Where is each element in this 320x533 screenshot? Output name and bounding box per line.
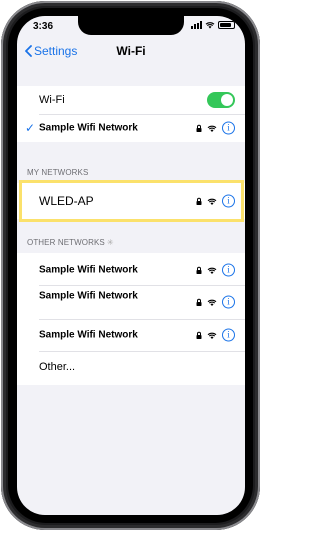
- wifi-toggle[interactable]: [207, 92, 235, 108]
- checkmark-icon: ✓: [25, 121, 36, 135]
- screen: 3:36 Settings Wi-Fi Wi-Fi ✓ Sample Wifi …: [17, 16, 245, 515]
- notch: [78, 16, 184, 35]
- info-icon[interactable]: i: [222, 121, 235, 135]
- wifi-icon: [207, 299, 217, 306]
- lock-icon: [196, 298, 202, 306]
- network-name: Sample Wifi Network: [39, 329, 138, 341]
- network-name: Sample Wifi Network: [39, 264, 138, 276]
- page-title: Wi-Fi: [116, 44, 146, 58]
- wifi-status-icon: [205, 22, 215, 29]
- info-icon[interactable]: i: [222, 263, 235, 277]
- status-icons: [191, 21, 235, 29]
- highlight-box: [19, 180, 244, 222]
- connected-network-name: Sample Wifi Network: [39, 122, 138, 134]
- other-networks-group: Sample Wifi Network i Sample Wifi Networ…: [17, 253, 245, 385]
- wifi-toggle-row: Wi-Fi: [17, 86, 245, 114]
- other-networks-header: OTHER NETWORKS ✳: [27, 238, 114, 247]
- loading-spinner-icon: ✳: [106, 238, 114, 247]
- battery-icon: [218, 21, 235, 29]
- toggle-knob: [221, 94, 233, 106]
- lock-icon: [196, 266, 202, 274]
- wifi-icon: [207, 332, 217, 339]
- lock-icon: [196, 331, 202, 339]
- network-name: Sample Wifi Network: [39, 290, 138, 302]
- wifi-icon: [207, 267, 217, 274]
- network-icons: i: [196, 263, 235, 277]
- other-network-row[interactable]: Other...: [17, 351, 245, 383]
- info-icon[interactable]: i: [222, 328, 235, 342]
- network-row[interactable]: Sample Wifi Network i: [17, 285, 245, 313]
- lock-icon: [196, 124, 202, 132]
- divider: [39, 319, 245, 320]
- signal-icon: [191, 21, 202, 29]
- network-icons: i: [196, 295, 235, 309]
- info-icon[interactable]: i: [222, 295, 235, 309]
- status-time: 3:36: [33, 21, 54, 32]
- wifi-toggle-label: Wi-Fi: [39, 94, 65, 106]
- network-icons: i: [196, 328, 235, 342]
- connected-network-row[interactable]: ✓ Sample Wifi Network i: [17, 114, 245, 142]
- network-icons: i: [196, 121, 235, 135]
- network-row[interactable]: Sample Wifi Network i: [17, 256, 245, 284]
- network-row[interactable]: Sample Wifi Network i: [17, 321, 245, 349]
- other-networks-label: OTHER NETWORKS: [27, 238, 105, 247]
- my-networks-header: MY NETWORKS: [27, 168, 89, 177]
- other-network-label: Other...: [39, 361, 76, 373]
- wifi-group: Wi-Fi ✓ Sample Wifi Network i: [17, 86, 245, 142]
- wifi-icon: [207, 125, 217, 132]
- nav-bar: Settings Wi-Fi: [17, 42, 245, 62]
